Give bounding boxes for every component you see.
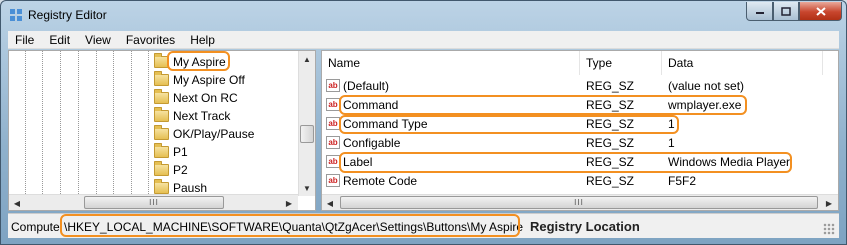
value-name: Command xyxy=(343,97,399,112)
close-button[interactable] xyxy=(799,2,842,21)
window-title: Registry Editor xyxy=(28,8,107,22)
menu-edit[interactable]: Edit xyxy=(42,33,78,47)
value-name: (Default) xyxy=(343,78,390,93)
scroll-thumb[interactable] xyxy=(300,125,314,143)
list-horizontal-scrollbar[interactable]: ◀ III ▶ xyxy=(322,194,838,210)
tree-item-label: My Aspire xyxy=(173,55,226,69)
folder-icon xyxy=(154,89,169,104)
tree-item-p2[interactable]: P2 xyxy=(154,161,188,179)
value-name: Command Type xyxy=(343,116,428,131)
value-data: 1 xyxy=(668,135,675,150)
minimize-icon xyxy=(755,12,764,14)
menu-file[interactable]: File xyxy=(8,33,42,47)
scroll-thumb[interactable]: III xyxy=(84,196,224,209)
value-row-default[interactable]: ab (Default) REG_SZ (value not set) xyxy=(322,76,822,95)
string-value-icon: ab xyxy=(326,117,340,130)
tree-guide-line xyxy=(78,51,79,196)
value-type: REG_SZ xyxy=(586,135,635,150)
maximize-icon xyxy=(781,6,791,16)
tree-guide-line xyxy=(42,51,43,196)
folder-icon xyxy=(154,71,169,86)
values-list-pane[interactable]: Name Type Data ab (Default) REG_SZ (value… xyxy=(321,50,839,211)
tree-item-next-on-rc[interactable]: Next On RC xyxy=(154,89,238,107)
value-name: Configable xyxy=(343,135,401,150)
registry-app-icon xyxy=(10,9,22,21)
menu-favorites[interactable]: Favorites xyxy=(119,33,183,47)
value-name: Label xyxy=(343,154,373,169)
scroll-up-arrow-icon[interactable]: ▲ xyxy=(299,51,315,67)
value-type: REG_SZ xyxy=(586,154,635,169)
value-row-remote-code[interactable]: ab Remote Code REG_SZ F5F2 xyxy=(322,171,822,190)
tree-item-p1[interactable]: P1 xyxy=(154,143,188,161)
value-type: REG_SZ xyxy=(586,78,635,93)
key-tree-pane[interactable]: My Aspire My Aspire Off Next On RC Next … xyxy=(8,50,316,211)
folder-icon xyxy=(154,179,169,194)
value-row-command[interactable]: ab Command REG_SZ wmplayer.exe xyxy=(322,95,822,114)
tree-guide-line xyxy=(131,51,132,196)
registry-location-annotation: Registry Location xyxy=(530,219,640,234)
value-data: 1 xyxy=(668,116,675,131)
status-key-path: \HKEY_LOCAL_MACHINE\SOFTWARE\Quanta\QtZg… xyxy=(64,220,524,234)
value-name: Remote Code xyxy=(343,173,418,188)
tree-guide-line xyxy=(96,51,97,196)
value-data: Windows Media Player xyxy=(668,154,791,169)
tree-item-ok-play-pause[interactable]: OK/Play/Pause xyxy=(154,125,254,143)
tree-item-label: Next Track xyxy=(173,109,231,123)
tree-item-next-track[interactable]: Next Track xyxy=(154,107,230,125)
tree-guide-line xyxy=(148,51,149,196)
column-header-data[interactable]: Data xyxy=(662,51,823,75)
resize-grip-icon[interactable] xyxy=(823,223,835,235)
tree-item-label: OK/Play/Pause xyxy=(173,127,255,141)
scroll-thumb[interactable]: III xyxy=(340,196,818,209)
string-value-icon: ab xyxy=(326,98,340,111)
tree-horizontal-scrollbar[interactable]: ◀ III ▶ xyxy=(9,194,298,210)
tree-item-label: Paush xyxy=(173,181,208,195)
scroll-down-arrow-icon[interactable]: ▼ xyxy=(299,180,315,196)
scroll-right-arrow-icon[interactable]: ▶ xyxy=(821,195,837,210)
tree-guide-line xyxy=(25,51,26,196)
tree-guide-line xyxy=(60,51,61,196)
tree-item-label: P2 xyxy=(173,163,188,177)
string-value-icon: ab xyxy=(326,174,340,187)
folder-icon xyxy=(154,107,169,122)
status-bar: Compute \HKEY_LOCAL_MACHINE\SOFTWARE\Qua… xyxy=(8,213,839,238)
close-icon xyxy=(815,6,826,16)
value-data: F5F2 xyxy=(668,173,697,188)
scroll-right-arrow-icon[interactable]: ▶ xyxy=(281,195,297,210)
tree-item-label: Next On RC xyxy=(173,91,238,105)
folder-icon xyxy=(154,125,169,140)
folder-icon xyxy=(154,161,169,176)
value-row-label[interactable]: ab Label REG_SZ Windows Media Player xyxy=(322,152,822,171)
maximize-button[interactable] xyxy=(773,2,799,21)
title-bar[interactable]: Registry Editor xyxy=(1,1,846,29)
status-prefix: Compute xyxy=(11,220,60,234)
menu-view[interactable]: View xyxy=(78,33,119,47)
value-row-command-type[interactable]: ab Command Type REG_SZ 1 xyxy=(322,114,822,133)
column-header-name[interactable]: Name xyxy=(322,51,580,75)
value-type: REG_SZ xyxy=(586,97,635,112)
value-data: (value not set) xyxy=(668,78,745,93)
tree-item-label: My Aspire Off xyxy=(173,73,245,87)
value-type: REG_SZ xyxy=(586,116,635,131)
tree-item-my-aspire-off[interactable]: My Aspire Off xyxy=(154,71,245,89)
string-value-icon: ab xyxy=(326,79,340,92)
menu-bar: File Edit View Favorites Help xyxy=(8,31,839,49)
scroll-left-arrow-icon[interactable]: ◀ xyxy=(9,195,25,210)
column-header-type[interactable]: Type xyxy=(580,51,662,75)
folder-icon xyxy=(154,143,169,158)
menu-help[interactable]: Help xyxy=(183,33,223,47)
registry-editor-window: Registry Editor File Edit View Favorites… xyxy=(0,0,847,245)
folder-icon xyxy=(154,53,169,68)
value-data: wmplayer.exe xyxy=(668,97,742,112)
tree-guide-line xyxy=(113,51,114,196)
scroll-left-arrow-icon[interactable]: ◀ xyxy=(322,195,338,210)
minimize-button[interactable] xyxy=(746,2,773,21)
value-type: REG_SZ xyxy=(586,173,635,188)
tree-item-label: P1 xyxy=(173,145,188,159)
string-value-icon: ab xyxy=(326,155,340,168)
tree-item-my-aspire[interactable]: My Aspire xyxy=(154,53,226,71)
string-value-icon: ab xyxy=(326,136,340,149)
tree-vertical-scrollbar[interactable]: ▲ ▼ xyxy=(298,51,315,196)
value-row-configable[interactable]: ab Configable REG_SZ 1 xyxy=(322,133,822,152)
